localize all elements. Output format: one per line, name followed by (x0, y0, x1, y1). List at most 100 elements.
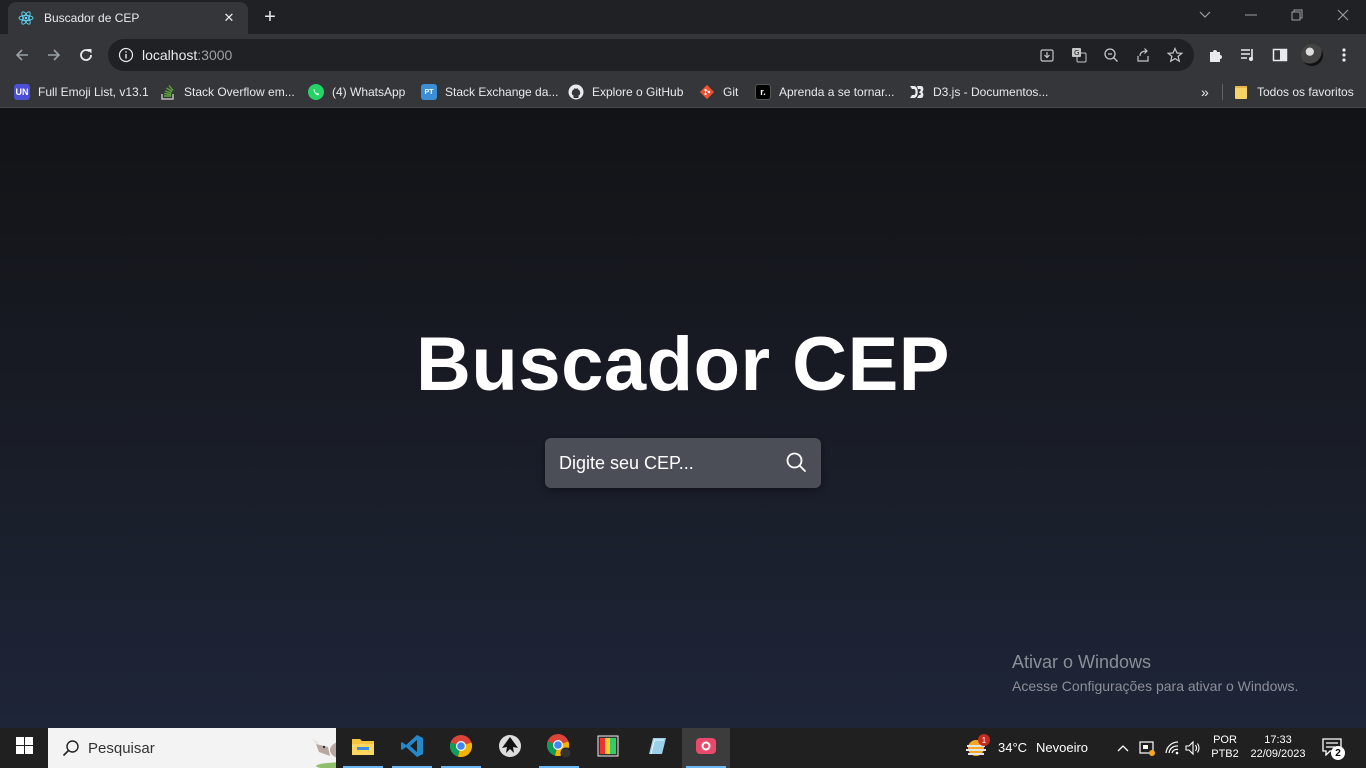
bookmarks-bar: UN Full Emoji List, v13.1 Stack Overflow… (0, 76, 1366, 108)
media-control-icon[interactable] (1238, 45, 1258, 65)
weather-badge: 1 (978, 734, 990, 746)
bookmark-git[interactable]: Git (699, 82, 738, 102)
folder-icon (1233, 84, 1249, 100)
d3-icon (909, 84, 925, 100)
taskbar-chrome-profile[interactable] (535, 728, 583, 768)
wifi-icon[interactable] (1164, 740, 1180, 756)
close-window-button[interactable] (1320, 0, 1366, 30)
watermark-title: Ativar o Windows (1012, 652, 1152, 672)
tab-search-icon[interactable] (1182, 0, 1228, 30)
bookmark-label: Stack Exchange da... (445, 85, 559, 99)
rhino-illustration-icon (310, 730, 336, 768)
more-bookmarks-chevron[interactable]: » (1201, 82, 1209, 102)
bookmark-label: (4) WhatsApp (332, 85, 406, 99)
bookmark-github[interactable]: Explore o GitHub (568, 82, 683, 102)
taskbar-search[interactable]: Pesquisar (48, 728, 336, 768)
taskbar-notes[interactable] (633, 728, 681, 768)
address-bar[interactable]: localhost:3000 G (108, 39, 1194, 71)
watermark-subtitle: Acesse Configurações para ativar o Windo… (1012, 678, 1299, 694)
all-bookmarks-folder[interactable]: Todos os favoritos (1233, 82, 1354, 102)
notification-center-button[interactable]: 2 (1322, 738, 1346, 760)
bookmark-divider (1222, 84, 1223, 100)
github-icon (568, 84, 584, 100)
share-icon[interactable] (1134, 46, 1152, 64)
translate-icon[interactable]: G (1070, 46, 1088, 64)
stackoverflow-icon (160, 84, 176, 100)
taskbar-chrome[interactable] (437, 728, 485, 768)
page-content: Buscador CEP Ativar o Windows Acesse Con… (0, 108, 1366, 728)
bookmark-star-icon[interactable] (1166, 46, 1184, 64)
menu-dots-icon[interactable] (1334, 45, 1354, 65)
browser-tab[interactable]: Buscador de CEP ✕ (8, 2, 248, 34)
chrome-profile-icon (546, 733, 572, 764)
bookmark-label: Full Emoji List, v13.1 (38, 85, 149, 99)
chrome-icon (449, 734, 473, 763)
minimize-button[interactable] (1228, 0, 1274, 30)
bookmark-stackexchange[interactable]: PT Stack Exchange da... (421, 82, 558, 102)
bookmark-stackoverflow[interactable]: Stack Overflow em... (160, 82, 295, 102)
meet-now-icon[interactable] (1139, 740, 1155, 756)
bookmark-label: Aprenda a se tornar... (779, 85, 895, 99)
zoom-icon[interactable] (1102, 46, 1120, 64)
install-app-icon[interactable] (1038, 46, 1056, 64)
inkscape-icon (498, 734, 522, 763)
site-info-icon[interactable] (118, 47, 134, 63)
url-text: localhost:3000 (142, 47, 233, 63)
browser-toolbar: localhost:3000 G (0, 34, 1366, 76)
tab-strip: Buscador de CEP ✕ + (0, 0, 1366, 34)
weather-condition: Nevoeiro (1036, 740, 1089, 755)
weather-temp: 34°C (998, 740, 1028, 755)
reload-button[interactable] (72, 41, 100, 69)
notification-count-badge: 2 (1331, 746, 1345, 760)
bookmark-label: Stack Overflow em... (184, 85, 295, 99)
extensions-icon[interactable] (1206, 45, 1226, 65)
taskbar-app-colorful[interactable] (584, 728, 632, 768)
bookmark-label: Git (723, 85, 739, 99)
windows-taskbar: Pesquisar 1 34°C Nevoeiro POR PTB2 17:33… (0, 728, 1366, 768)
language-code: POR (1213, 734, 1237, 746)
volume-icon[interactable] (1185, 740, 1201, 756)
restore-button[interactable] (1274, 0, 1320, 30)
search-icon (785, 451, 807, 476)
double-chevron-icon: » (1201, 84, 1209, 100)
svg-text:G: G (1074, 49, 1079, 57)
taskbar-screen-recorder[interactable] (682, 728, 730, 768)
git-icon (699, 84, 715, 100)
language-indicator[interactable]: POR PTB2 (1206, 732, 1244, 764)
tab-title: Buscador de CEP (44, 11, 140, 25)
taskbar-file-explorer[interactable] (339, 728, 387, 768)
clock-time: 17:33 (1264, 734, 1292, 746)
tab-close-icon[interactable]: ✕ (220, 9, 238, 27)
taskbar-vscode[interactable] (388, 728, 436, 768)
chevron-up-icon[interactable] (1115, 740, 1131, 756)
react-icon (18, 10, 34, 26)
bookmark-rocketseat[interactable]: r. Aprenda a se tornar... (755, 82, 894, 102)
back-button[interactable] (8, 41, 36, 69)
camera-icon (695, 735, 717, 762)
forward-button[interactable] (40, 41, 68, 69)
bookmark-label: Explore o GitHub (592, 85, 684, 99)
cep-input[interactable] (545, 438, 775, 488)
search-button[interactable] (783, 450, 809, 476)
search-icon (62, 739, 80, 762)
rocketseat-icon: r. (755, 84, 771, 100)
bookmark-label: Todos os favoritos (1257, 85, 1354, 99)
image-app-icon (597, 735, 619, 762)
bookmark-emoji-list[interactable]: UN Full Emoji List, v13.1 (14, 82, 149, 102)
bookmark-label: D3.js - Documentos... (933, 85, 1049, 99)
stackexchange-icon: PT (421, 84, 437, 100)
bookmark-d3[interactable]: D3.js - Documentos... (909, 82, 1048, 102)
taskbar-search-label: Pesquisar (88, 740, 155, 757)
unicode-icon: UN (14, 84, 30, 100)
folder-icon (351, 736, 375, 761)
keyboard-layout: PTB2 (1211, 748, 1239, 760)
side-panel-icon[interactable] (1270, 45, 1290, 65)
profile-avatar[interactable] (1301, 44, 1323, 66)
taskbar-inkscape[interactable] (486, 728, 534, 768)
start-button[interactable] (0, 728, 48, 768)
new-tab-button[interactable]: + (258, 5, 282, 29)
clock[interactable]: 17:33 22/09/2023 (1246, 732, 1310, 764)
vscode-icon (400, 734, 424, 763)
bookmark-whatsapp[interactable]: (4) WhatsApp (308, 82, 405, 102)
weather-widget-icon[interactable]: 1 (964, 734, 990, 760)
